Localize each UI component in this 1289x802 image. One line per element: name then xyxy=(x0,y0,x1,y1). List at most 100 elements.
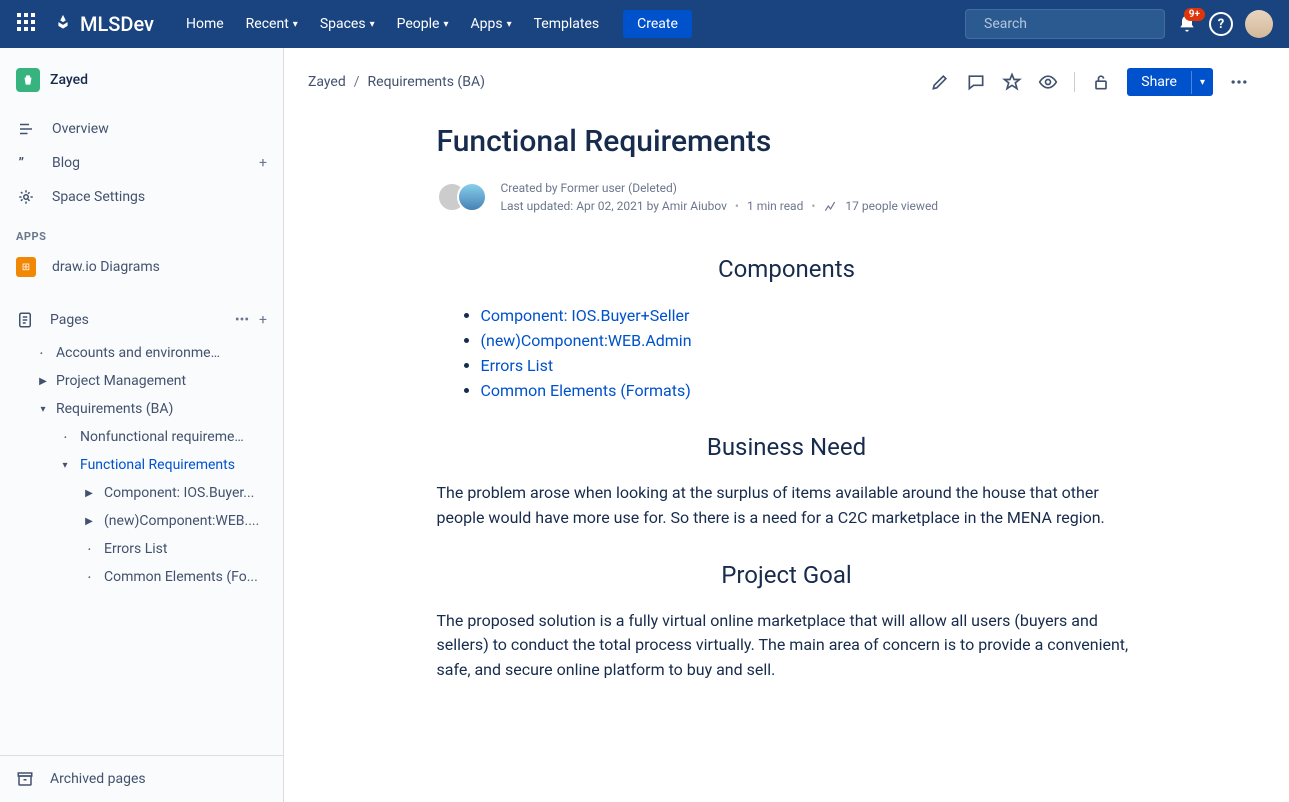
link-errors-list[interactable]: Errors List xyxy=(481,356,554,375)
space-name: Zayed xyxy=(50,72,88,88)
comment-button[interactable] xyxy=(966,72,986,92)
add-blog-icon[interactable]: + xyxy=(259,155,267,171)
chevron-right-icon[interactable]: ▶ xyxy=(82,488,96,499)
list-item: Component: IOS.Buyer+Seller xyxy=(481,303,1137,328)
nav-apps[interactable]: Apps▾ xyxy=(463,10,520,38)
avatar xyxy=(457,182,487,212)
archive-icon xyxy=(16,770,34,788)
space-icon xyxy=(16,68,40,92)
tree-item-errors[interactable]: •Errors List xyxy=(0,535,283,563)
tree-item-project-management[interactable]: ▶Project Management xyxy=(0,367,283,395)
tree-item-component-web[interactable]: ▶(new)Component:WEB.... xyxy=(0,507,283,535)
content-header: Zayed / Requirements (BA) Share ▾ xyxy=(284,48,1289,96)
article: Functional Requirements Created by Forme… xyxy=(397,96,1177,753)
sidebar-item-blog[interactable]: ” Blog + xyxy=(0,146,283,180)
search-input[interactable] xyxy=(984,16,1162,32)
watch-button[interactable] xyxy=(1038,72,1058,92)
share-button-group: Share ▾ xyxy=(1127,68,1213,96)
chevron-down-icon[interactable]: ▾ xyxy=(58,460,72,471)
more-actions-button[interactable] xyxy=(1229,72,1249,92)
tree-item-functional[interactable]: ▾Functional Requirements xyxy=(0,451,283,479)
app-switcher-icon[interactable] xyxy=(16,12,40,36)
tree-item-component-ios[interactable]: ▶Component: IOS.Buyer... xyxy=(0,479,283,507)
edit-button[interactable] xyxy=(930,72,950,92)
nav-right: 9+ ? xyxy=(965,9,1273,39)
brand-name: MLSDev xyxy=(80,12,154,36)
people-viewed[interactable]: 17 people viewed xyxy=(845,197,938,215)
sidebar-item-archived[interactable]: Archived pages xyxy=(0,755,283,802)
nav-people[interactable]: People▾ xyxy=(389,10,457,38)
space-header[interactable]: Zayed xyxy=(0,56,283,112)
restrictions-button[interactable] xyxy=(1091,72,1111,92)
nav-items: Home Recent▾ Spaces▾ People▾ Apps▾ Templ… xyxy=(178,10,692,38)
sidebar-item-pages[interactable]: Pages ••• + xyxy=(0,301,283,339)
blog-icon: ” xyxy=(16,154,36,172)
heading-business-need: Business Need xyxy=(437,433,1137,461)
byline: Created by Former user (Deleted) Last up… xyxy=(437,179,1137,215)
byline-text: Created by Former user (Deleted) Last up… xyxy=(501,179,939,215)
share-button[interactable]: Share xyxy=(1127,68,1191,96)
sidebar-item-space-settings[interactable]: Space Settings xyxy=(0,180,283,214)
search-box[interactable] xyxy=(965,9,1165,39)
chevron-right-icon[interactable]: ▶ xyxy=(36,376,50,387)
divider xyxy=(1074,72,1075,92)
sidebar-item-drawio[interactable]: ⊞ draw.io Diagrams xyxy=(0,249,283,285)
breadcrumb-space[interactable]: Zayed xyxy=(308,74,346,90)
nav-spaces[interactable]: Spaces▾ xyxy=(312,10,383,38)
heading-components: Components xyxy=(437,255,1137,283)
nav-home[interactable]: Home xyxy=(178,10,232,38)
notification-badge: 9+ xyxy=(1184,8,1205,21)
apps-section-label: APPS xyxy=(0,214,283,249)
svg-text:”: ” xyxy=(19,156,25,172)
chevron-right-icon[interactable]: ▶ xyxy=(82,516,96,527)
heading-project-goal: Project Goal xyxy=(437,561,1137,589)
chevron-down-icon[interactable]: ▾ xyxy=(36,404,50,415)
chevron-down-icon: ▾ xyxy=(293,19,298,30)
bullet-icon: • xyxy=(64,433,67,442)
link-common-elements[interactable]: Common Elements (Formats) xyxy=(481,381,691,400)
created-by: Created by Former user (Deleted) xyxy=(501,179,939,197)
overview-icon xyxy=(16,120,36,138)
page-icon xyxy=(16,311,34,329)
components-link-list: Component: IOS.Buyer+Seller (new)Compone… xyxy=(437,303,1137,403)
page-tree: •Accounts and environments ▶Project Mana… xyxy=(0,339,283,591)
nav-templates[interactable]: Templates xyxy=(526,10,608,38)
chevron-down-icon: ▾ xyxy=(443,19,448,30)
business-need-text: The problem arose when looking at the su… xyxy=(437,481,1137,531)
list-item: Common Elements (Formats) xyxy=(481,378,1137,403)
brand-logo[interactable]: MLSDev xyxy=(52,12,154,36)
help-button[interactable]: ? xyxy=(1209,12,1233,36)
breadcrumb-separator: / xyxy=(354,74,360,90)
create-button[interactable]: Create xyxy=(623,10,692,38)
breadcrumb-parent[interactable]: Requirements (BA) xyxy=(368,74,485,90)
list-item: Errors List xyxy=(481,353,1137,378)
link-component-ios[interactable]: Component: IOS.Buyer+Seller xyxy=(481,306,690,325)
page-title: Functional Requirements xyxy=(437,124,1137,159)
tree-item-common[interactable]: •Common Elements (Fo... xyxy=(0,563,283,591)
chevron-down-icon: ▾ xyxy=(507,19,512,30)
page-actions: Share ▾ xyxy=(930,68,1249,96)
pages-more-icon[interactable]: ••• xyxy=(235,312,249,328)
star-button[interactable] xyxy=(1002,72,1022,92)
link-component-web[interactable]: (new)Component:WEB.Admin xyxy=(481,331,692,350)
chevron-down-icon: ▾ xyxy=(370,19,375,30)
gear-icon xyxy=(16,188,36,206)
add-page-icon[interactable]: + xyxy=(259,312,267,328)
tree-item-accounts[interactable]: •Accounts and environments xyxy=(0,339,283,367)
nav-recent[interactable]: Recent▾ xyxy=(238,10,306,38)
bullet-icon: • xyxy=(40,349,43,358)
sidebar-item-overview[interactable]: Overview xyxy=(0,112,283,146)
last-updated[interactable]: Last updated: Apr 02, 2021 by Amir Aiubo… xyxy=(501,197,727,215)
top-navigation: MLSDev Home Recent▾ Spaces▾ People▾ Apps… xyxy=(0,0,1289,48)
contributor-avatars[interactable] xyxy=(437,182,487,212)
project-goal-text: The proposed solution is a fully virtual… xyxy=(437,609,1137,683)
analytics-icon xyxy=(823,199,837,213)
bullet-icon: • xyxy=(88,573,91,582)
profile-avatar[interactable] xyxy=(1245,10,1273,38)
list-item: (new)Component:WEB.Admin xyxy=(481,328,1137,353)
share-dropdown[interactable]: ▾ xyxy=(1191,71,1213,94)
breadcrumb: Zayed / Requirements (BA) xyxy=(308,74,485,90)
tree-item-requirements[interactable]: ▾Requirements (BA) xyxy=(0,395,283,423)
notifications-button[interactable]: 9+ xyxy=(1177,14,1197,34)
tree-item-nonfunctional[interactable]: •Nonfunctional requirements xyxy=(0,423,283,451)
